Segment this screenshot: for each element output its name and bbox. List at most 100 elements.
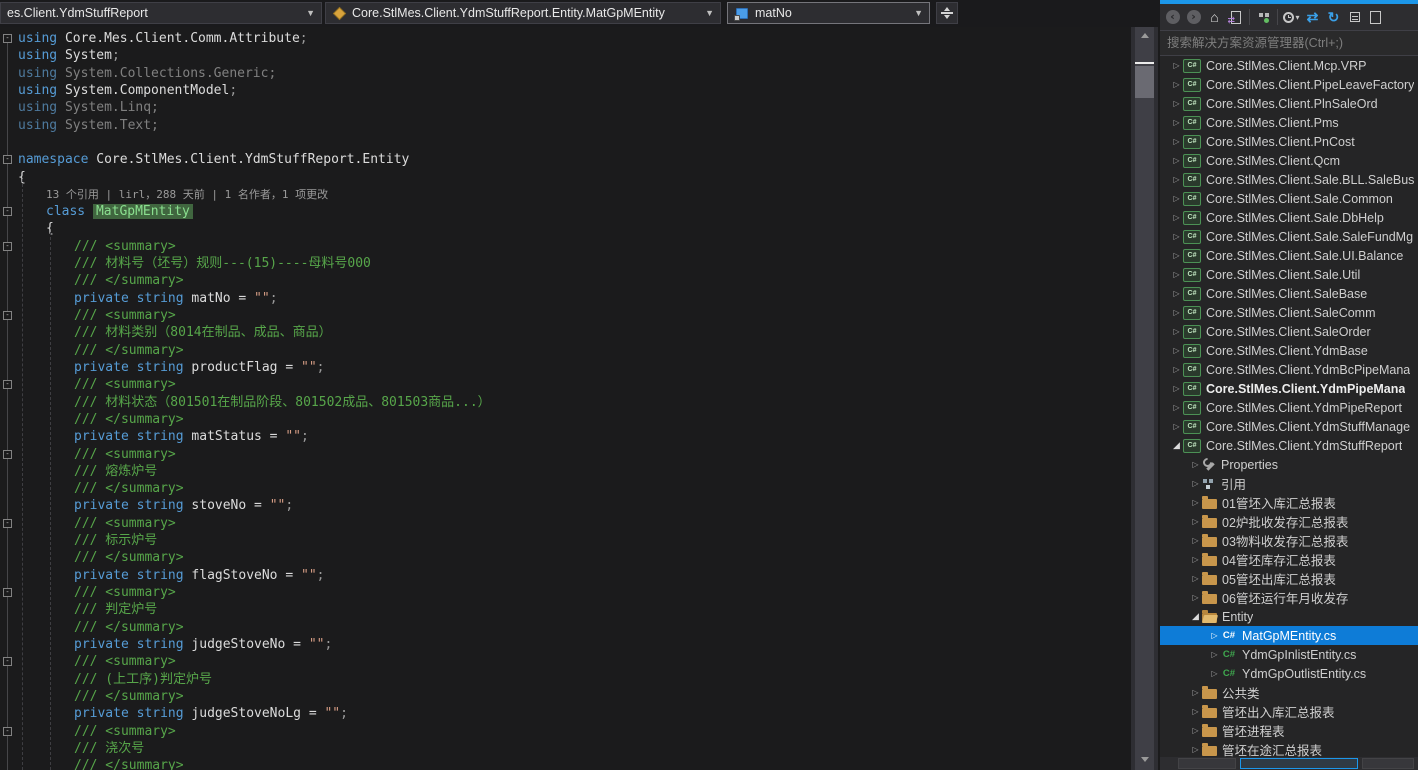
tree-expander[interactable]: ▷ — [1170, 346, 1183, 355]
tree-item[interactable]: ▷C#Core.StlMes.Client.Qcm — [1160, 151, 1418, 170]
tree-item[interactable]: ▷C#YdmGpOutlistEntity.cs — [1160, 664, 1418, 683]
tree-expander[interactable]: ▷ — [1170, 251, 1183, 260]
code-line[interactable]: private string judgeStoveNo = ""; — [0, 636, 1131, 653]
code-line[interactable]: /// </summary> — [0, 549, 1131, 566]
tree-expander[interactable]: ◢ — [1189, 611, 1202, 622]
tree-expander[interactable]: ▷ — [1170, 270, 1183, 279]
code-line[interactable]: /// 材料类别（8014在制品、成品、商品） — [0, 324, 1131, 341]
collapse-all-button[interactable] — [1344, 7, 1365, 27]
properties-button[interactable] — [1365, 7, 1386, 27]
solution-search-input[interactable] — [1160, 31, 1418, 55]
tree-expander[interactable]: ▷ — [1170, 61, 1183, 70]
tree-item[interactable]: ◢C#Core.StlMes.Client.YdmStuffReport — [1160, 436, 1418, 455]
code-line[interactable]: /// 材料状态（801501在制品阶段、801502成品、801503商品..… — [0, 394, 1131, 411]
tree-expander[interactable]: ▷ — [1189, 498, 1202, 507]
code-line[interactable]: { — [0, 220, 1131, 237]
tree-expander[interactable]: ▷ — [1189, 536, 1202, 545]
fold-toggle-icon[interactable]: - — [3, 34, 12, 43]
code-line[interactable]: -/// <summary> — [0, 446, 1131, 463]
tree-item[interactable]: ▷01管坯入库汇总报表 — [1160, 493, 1418, 512]
scrollbar-track[interactable] — [1135, 27, 1154, 770]
code-line[interactable]: 13 个引用 | lirl，288 天前 | 1 名作者，1 项更改 — [0, 186, 1131, 203]
code-line[interactable]: -/// <summary> — [0, 584, 1131, 601]
tree-expander[interactable]: ▷ — [1189, 574, 1202, 583]
code-line[interactable]: -/// <summary> — [0, 723, 1131, 740]
tree-item[interactable]: ▷C#Core.StlMes.Client.Pms — [1160, 113, 1418, 132]
scroll-up-arrow-icon[interactable] — [1141, 33, 1149, 38]
code-line[interactable]: -/// <summary> — [0, 515, 1131, 532]
tree-item[interactable]: ▷C#Core.StlMes.Client.Sale.Util — [1160, 265, 1418, 284]
code-line[interactable]: -/// <summary> — [0, 653, 1131, 670]
code-line[interactable]: private string matNo = ""; — [0, 290, 1131, 307]
tree-expander[interactable]: ▷ — [1170, 289, 1183, 298]
code-line[interactable]: /// </summary> — [0, 272, 1131, 289]
tree-item[interactable]: ▷管坯进程表 — [1160, 721, 1418, 740]
tree-item[interactable]: ▷06管坯运行年月收发存 — [1160, 588, 1418, 607]
solution-search-box[interactable] — [1160, 30, 1418, 56]
fold-toggle-icon[interactable]: - — [3, 519, 12, 528]
tree-expander[interactable]: ▷ — [1170, 232, 1183, 241]
tree-item[interactable]: ▷C#Core.StlMes.Client.Sale.BLL.SaleBus — [1160, 170, 1418, 189]
code-line[interactable]: private string judgeStoveNoLg = ""; — [0, 705, 1131, 722]
fold-toggle-icon[interactable]: - — [3, 207, 12, 216]
vertical-scrollbar[interactable] — [1131, 27, 1158, 770]
code-line[interactable]: /// </summary> — [0, 480, 1131, 497]
fold-toggle-icon[interactable]: - — [3, 588, 12, 597]
tree-expander[interactable]: ▷ — [1189, 460, 1202, 469]
code-line[interactable]: /// </summary> — [0, 411, 1131, 428]
tree-item[interactable]: ▷C#Core.StlMes.Client.PipeLeaveFactory — [1160, 75, 1418, 94]
tree-item[interactable]: ▷C#Core.StlMes.Client.SaleComm — [1160, 303, 1418, 322]
code-line[interactable]: /// </summary> — [0, 342, 1131, 359]
tree-expander[interactable]: ▷ — [1170, 118, 1183, 127]
tree-item[interactable]: ▷C#Core.StlMes.Client.SaleOrder — [1160, 322, 1418, 341]
code-line[interactable]: private string stoveNo = ""; — [0, 497, 1131, 514]
member-dropdown[interactable]: matNo ▼ — [727, 2, 930, 24]
code-line[interactable]: /// </summary> — [0, 619, 1131, 636]
tree-item[interactable]: ▷C#Core.StlMes.Client.Mcp.VRP — [1160, 56, 1418, 75]
fold-toggle-icon[interactable]: - — [3, 450, 12, 459]
tree-expander[interactable]: ▷ — [1208, 650, 1221, 659]
tree-expander[interactable]: ▷ — [1170, 384, 1183, 393]
code-line[interactable]: /// 标示炉号 — [0, 532, 1131, 549]
code-line[interactable]: -/// <summary> — [0, 376, 1131, 393]
code-line[interactable]: private string flagStoveNo = ""; — [0, 567, 1131, 584]
tree-item[interactable]: ▷C#MatGpMEntity.cs — [1160, 626, 1418, 645]
tree-expander[interactable]: ▷ — [1189, 555, 1202, 564]
tree-item[interactable]: ▷C#Core.StlMes.Client.PlnSaleOrd — [1160, 94, 1418, 113]
navigate-forward-button[interactable]: › — [1183, 7, 1204, 27]
docked-tab[interactable] — [1240, 758, 1358, 769]
tree-item[interactable]: ▷引用 — [1160, 474, 1418, 493]
tree-expander[interactable]: ▷ — [1170, 422, 1183, 431]
refresh-sync-button[interactable]: ⇄ — [1302, 7, 1323, 27]
code-line[interactable]: using System.Linq; — [0, 99, 1131, 116]
code-line[interactable]: private string productFlag = ""; — [0, 359, 1131, 376]
split-window-button[interactable] — [936, 2, 958, 24]
scrollbar-thumb[interactable] — [1135, 66, 1154, 98]
tree-expander[interactable]: ▷ — [1170, 194, 1183, 203]
code-line[interactable]: using System; — [0, 47, 1131, 64]
code-line[interactable]: /// 熔炼炉号 — [0, 463, 1131, 480]
tree-expander[interactable]: ▷ — [1170, 308, 1183, 317]
code-line[interactable]: /// </summary> — [0, 757, 1131, 770]
code-line[interactable]: -/// <summary> — [0, 307, 1131, 324]
tree-expander[interactable]: ▷ — [1170, 156, 1183, 165]
tree-expander[interactable]: ▷ — [1189, 593, 1202, 602]
home-button[interactable]: ⌂ — [1204, 7, 1225, 27]
tree-item[interactable]: ▷C#YdmGpInlistEntity.cs — [1160, 645, 1418, 664]
pending-changes-filter-button[interactable] — [1253, 7, 1274, 27]
type-dropdown[interactable]: Core.StlMes.Client.YdmStuffReport.Entity… — [325, 2, 721, 24]
tree-item[interactable]: ▷C#Core.StlMes.Client.YdmBcPipeMana — [1160, 360, 1418, 379]
code-line[interactable]: { — [0, 169, 1131, 186]
code-line[interactable]: /// 浇次号 — [0, 740, 1131, 757]
tree-expander[interactable]: ▷ — [1170, 99, 1183, 108]
fold-toggle-icon[interactable]: - — [3, 657, 12, 666]
code-line[interactable]: -namespace Core.StlMes.Client.YdmStuffRe… — [0, 151, 1131, 168]
fold-toggle-icon[interactable]: - — [3, 155, 12, 164]
code-line[interactable]: /// </summary> — [0, 688, 1131, 705]
tree-expander[interactable]: ▷ — [1189, 745, 1202, 754]
code-line[interactable]: using System.Text; — [0, 117, 1131, 134]
tree-item[interactable]: ▷C#Core.StlMes.Client.Sale.Common — [1160, 189, 1418, 208]
code-line[interactable] — [0, 134, 1131, 151]
scroll-down-arrow-icon[interactable] — [1141, 757, 1149, 762]
tree-item[interactable]: ▷C#Core.StlMes.Client.PnCost — [1160, 132, 1418, 151]
